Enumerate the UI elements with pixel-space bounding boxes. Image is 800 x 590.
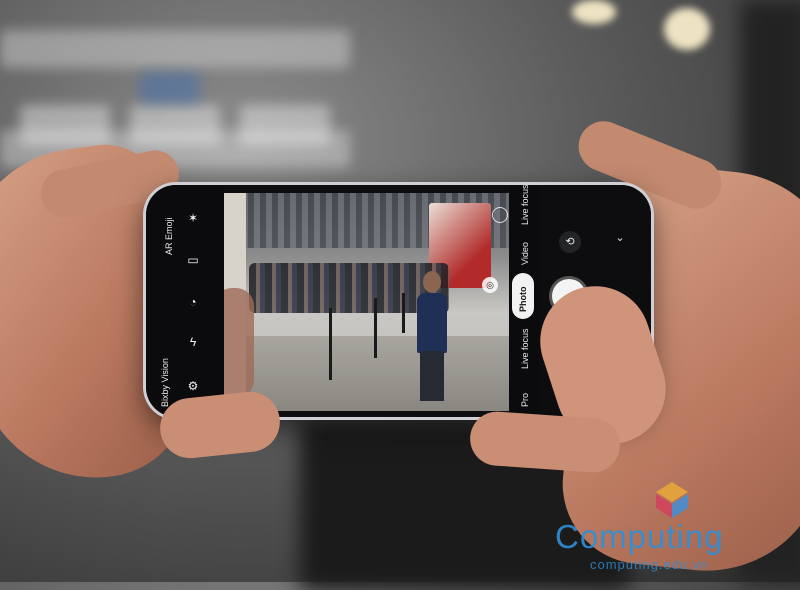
ceiling-light [664,8,710,50]
ceiling-light [572,0,616,24]
mode-bixby-vision[interactable]: Bixby Vision [160,358,170,407]
watermark-url: computing.edu.vn [590,557,709,572]
mode-photo-selected[interactable]: Photo [512,273,534,319]
hand-in-frame [224,288,254,398]
person-head [423,271,441,293]
camera-viewfinder[interactable]: ◎ [224,193,509,411]
background-display [130,105,220,145]
queue-post [402,293,405,333]
watermark-brand: Computing [555,518,724,555]
magic-wand-icon[interactable]: ✶ [186,211,200,225]
queue-post [374,298,377,358]
brand-logo-icon [656,482,688,518]
chevron-down-icon[interactable]: ⌄ [609,227,631,249]
background-shelf [0,30,350,68]
person-body [417,293,447,353]
timer-icon[interactable]: ◔ [186,295,200,309]
mode-ar-emoji[interactable]: AR Emoji [164,217,174,255]
zoom-lens-button[interactable]: ◎ [482,277,498,293]
switch-camera-icon[interactable]: ⟲ [559,231,581,253]
camera-left-toolbar: AR Emoji Bixby Vision ✶ ▭ ◔ ϟ ⚙ [146,185,224,417]
background-display [240,105,330,145]
mode-photo-label: Photo [518,286,528,313]
right-lower-finger [468,409,622,475]
background-display [140,72,200,104]
flash-icon[interactable]: ϟ [186,335,200,349]
person-legs [420,351,444,401]
mode-video[interactable]: Video [520,242,530,265]
queue-post [329,308,332,380]
lens-indicator-icon [492,207,508,223]
gear-icon[interactable]: ⚙ [186,379,200,393]
mode-live-focus[interactable]: Live focus [520,328,530,369]
aspect-ratio-icon[interactable]: ▭ [186,253,200,267]
mode-live-focus-top[interactable]: Live focus [520,185,530,225]
background-display [20,105,110,145]
mode-pro[interactable]: Pro [520,393,530,407]
